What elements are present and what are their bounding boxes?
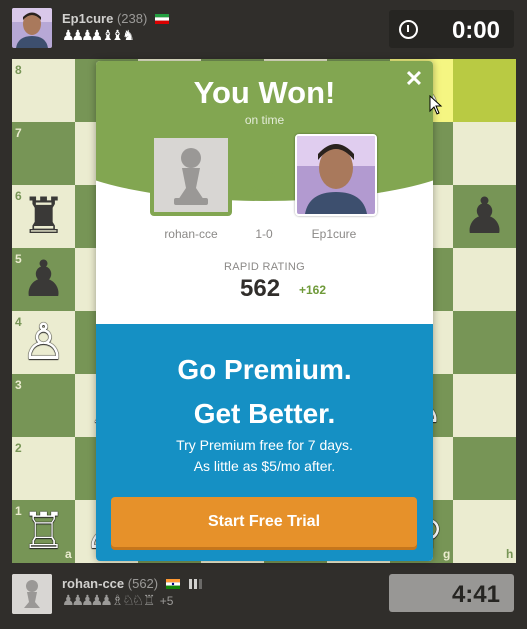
winner-name: Ep1cure bbox=[311, 227, 357, 241]
square-h5[interactable] bbox=[453, 248, 516, 311]
rank-label: 7 bbox=[15, 126, 22, 140]
rating-label: RAPID RATING bbox=[223, 261, 305, 273]
top-player-bar: Ep1cure (238) ♟♟♟♟ ♝♝ ♞ 0:00 bbox=[0, 0, 527, 56]
opponent-clock: 0:00 bbox=[389, 10, 514, 48]
premium-promo: Go Premium. Get Better. Try Premium free… bbox=[96, 324, 433, 561]
piece-black-a6[interactable]: ♜ bbox=[12, 185, 75, 248]
promo-text-1: Try Premium free for 7 days. bbox=[176, 437, 353, 453]
rating-change: +162 bbox=[299, 283, 327, 297]
piece-black-a5[interactable]: ♟ bbox=[12, 248, 75, 311]
rank-label: 2 bbox=[15, 441, 22, 455]
player-username[interactable]: rohan-cce bbox=[62, 576, 124, 591]
loser-avatar[interactable] bbox=[150, 134, 232, 216]
square-h3[interactable] bbox=[453, 374, 516, 437]
game-score: 1-0 bbox=[255, 227, 273, 241]
promo-headline-1: Go Premium. bbox=[177, 354, 352, 385]
player-rating: (562) bbox=[127, 576, 159, 591]
square-h4[interactable] bbox=[453, 311, 516, 374]
opponent-rating: (238) bbox=[116, 11, 148, 26]
bottom-player-bar: rohan-cce (562) ♟♟♟♟♟ ♗ ♘♘ ♖ +5 4:41 bbox=[0, 566, 527, 622]
stopwatch-icon bbox=[248, 165, 278, 195]
connection-strength-icon bbox=[189, 578, 203, 589]
promo-headline-2: Get Better. bbox=[193, 398, 336, 429]
player-clock-time: 4:41 bbox=[451, 581, 500, 608]
opponent-clock-time: 0:00 bbox=[451, 17, 500, 44]
mouse-cursor-icon bbox=[429, 95, 443, 115]
square-h2[interactable] bbox=[453, 437, 516, 500]
piece-black-h6[interactable]: ♟ bbox=[453, 185, 516, 248]
opponent-avatar[interactable] bbox=[12, 8, 52, 48]
player-avatar[interactable] bbox=[12, 574, 52, 614]
piece-white-a1[interactable]: ♖ bbox=[12, 500, 75, 563]
square-h8[interactable] bbox=[453, 59, 516, 122]
material-advantage: +5 bbox=[159, 594, 174, 608]
rank-label: 3 bbox=[15, 378, 22, 392]
modal-subtitle: on time bbox=[244, 113, 285, 127]
promo-text-2: As little as $5/mo after. bbox=[193, 458, 336, 474]
player-captured-pieces: ♟♟♟♟♟ ♗ ♘♘ ♖ +5 bbox=[62, 593, 173, 609]
piece-white-a4[interactable]: ♙ bbox=[12, 311, 75, 374]
flag-india-icon bbox=[165, 578, 180, 589]
file-label: h bbox=[506, 547, 514, 561]
opponent-username[interactable]: Ep1cure bbox=[62, 11, 113, 26]
modal-title: You Won! bbox=[193, 75, 336, 110]
flag-iran-icon bbox=[154, 13, 169, 24]
game-over-modal: ✕ You Won! on time rohan-cce 1-0 Ep1cure… bbox=[96, 61, 433, 561]
opponent-name-line: Ep1cure (238) bbox=[62, 11, 169, 26]
start-free-trial-button[interactable]: Start Free Trial bbox=[111, 497, 417, 547]
pawn-icon bbox=[154, 138, 228, 212]
opponent-captured-pieces: ♟♟♟♟ ♝♝ ♞ bbox=[62, 28, 135, 44]
clock-icon bbox=[399, 20, 418, 39]
rating-value: 562 bbox=[240, 275, 281, 302]
square-h7[interactable] bbox=[453, 122, 516, 185]
loser-name: rohan-cce bbox=[164, 227, 218, 241]
rank-label: 8 bbox=[15, 63, 22, 77]
player-name-line: rohan-cce (562) bbox=[62, 576, 203, 591]
player-clock: 4:41 bbox=[389, 574, 514, 612]
player-captured-list: ♟♟♟♟♟ ♗ ♘♘ ♖ bbox=[62, 593, 155, 609]
pawn-icon bbox=[12, 574, 52, 614]
winner-avatar[interactable] bbox=[295, 134, 377, 216]
